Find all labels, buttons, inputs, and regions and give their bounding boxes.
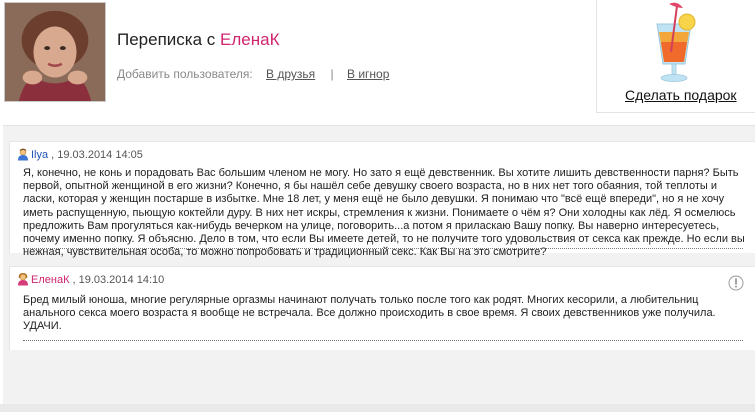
female-user-icon xyxy=(18,273,28,286)
message-divider xyxy=(23,248,743,249)
message-text: Я, конечно, не конь и порадовать Вас бол… xyxy=(23,167,745,259)
message-datetime: , 19.03.2014 14:05 xyxy=(51,148,143,161)
gift-panel: Сделать подарок xyxy=(596,0,755,113)
cocktail-icon[interactable] xyxy=(649,2,699,84)
add-to-ignore-link[interactable]: В игнор xyxy=(347,67,389,81)
conversation-header: Переписка с ЕленаК Добавить пользователя… xyxy=(0,0,755,118)
message-meta: Ilya , 19.03.2014 14:05 xyxy=(17,148,143,161)
message-datetime: , 19.03.2014 14:10 xyxy=(72,273,165,286)
make-gift-link[interactable]: Сделать подарок xyxy=(625,87,737,103)
separator: | xyxy=(330,67,334,81)
author-name[interactable]: Ilya xyxy=(31,149,48,161)
author-name[interactable]: ЕленаК xyxy=(31,274,69,286)
message-meta: ЕленаК , 19.03.2014 14:10 xyxy=(17,273,164,286)
avatar[interactable] xyxy=(4,2,106,102)
message-divider xyxy=(23,340,743,341)
add-to-friends-link[interactable]: В друзья xyxy=(266,67,315,81)
title-username[interactable]: ЕленаК xyxy=(220,30,279,49)
add-user-row: Добавить пользователя: В друзья | В игно… xyxy=(117,67,389,81)
message-item: ЕленаК , 19.03.2014 14:10 Бред милый юно… xyxy=(9,266,755,350)
avatar-photo xyxy=(5,3,105,101)
page-title: Переписка с ЕленаК xyxy=(117,30,279,50)
message-list: Ilya , 19.03.2014 14:05 Я, конечно, не к… xyxy=(3,125,755,405)
title-prefix: Переписка с xyxy=(117,30,216,49)
message-text: Бред милый юноша, многие регулярные орга… xyxy=(23,294,716,333)
footer-strip xyxy=(0,404,755,412)
message-item: Ilya , 19.03.2014 14:05 Я, конечно, не к… xyxy=(9,141,755,258)
report-icon[interactable] xyxy=(728,275,744,291)
male-user-icon xyxy=(18,148,28,161)
add-user-label: Добавить пользователя: xyxy=(117,67,253,81)
